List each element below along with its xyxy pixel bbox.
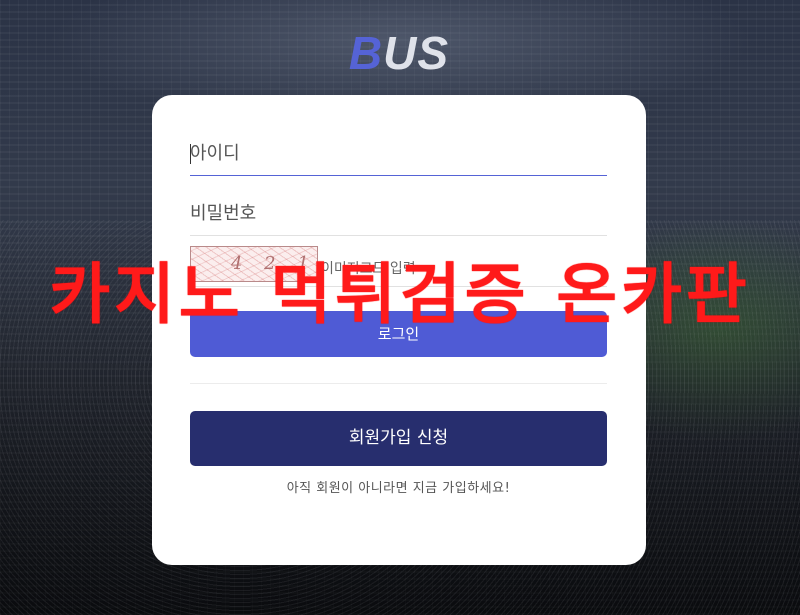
watermark-overlay-text: 카지노 먹튀검증 온카판 bbox=[49, 256, 751, 333]
logo-letter-b: B bbox=[348, 27, 384, 79]
password-field[interactable]: 비밀번호 bbox=[190, 201, 607, 236]
password-placeholder: 비밀번호 bbox=[190, 203, 257, 224]
brand-logo: BUS bbox=[337, 30, 461, 76]
username-placeholder: 아이디 bbox=[190, 143, 240, 164]
signup-note: 아직 회원이 아니라면 지금 가입하세요! bbox=[286, 481, 511, 496]
signup-button[interactable]: 회원가입 신청 bbox=[190, 411, 607, 466]
divider bbox=[190, 383, 607, 384]
username-field[interactable]: 아이디 bbox=[190, 141, 607, 176]
logo-letters-rest: US bbox=[383, 27, 450, 79]
